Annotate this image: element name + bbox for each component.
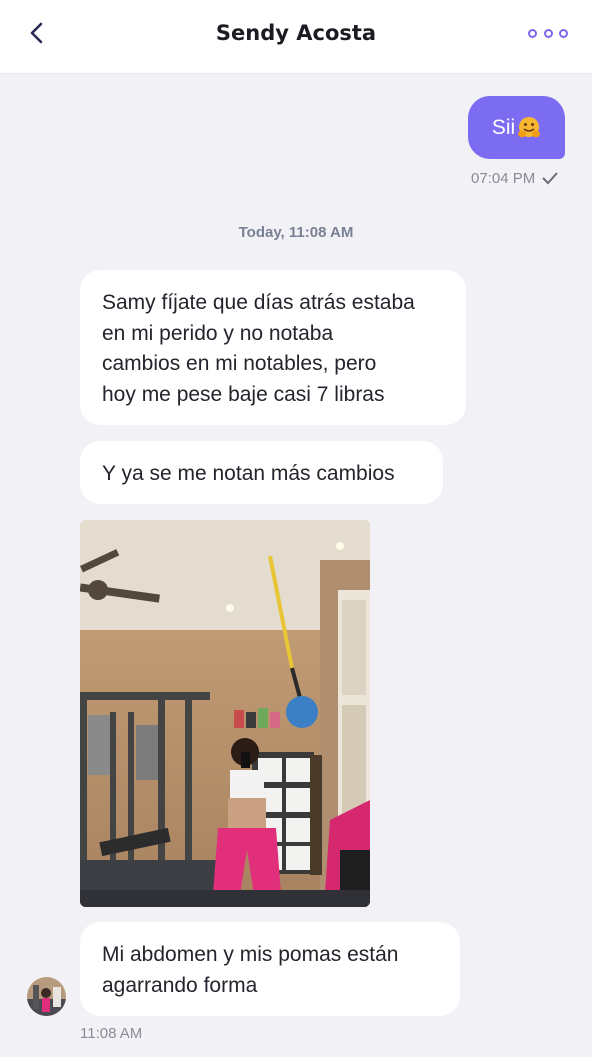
incoming-message[interactable]: Samy fíjate que días atrás estaba en mi … [80, 270, 466, 425]
gym-mirror-selfie-image [80, 520, 370, 907]
avatar[interactable] [27, 977, 66, 1016]
contact-name: Sendy Acosta [215, 21, 377, 45]
date-separator: Today, 11:08 AM [238, 224, 354, 241]
outgoing-timestamp: 07:04 PM [471, 169, 559, 187]
message-line: Samy fíjate que días atrás estaba [102, 291, 415, 314]
outgoing-message[interactable]: Sii [468, 96, 565, 159]
incoming-timestamp: 11:08 AM [80, 1025, 143, 1042]
message-line: Mi abdomen y mis pomas están [102, 943, 399, 966]
photo-message[interactable] [80, 520, 370, 907]
chat-header: Sendy Acosta [0, 0, 592, 74]
outgoing-message-text: Sii [491, 115, 516, 139]
message-line: cambios en mi notables, pero [102, 352, 377, 375]
more-horizontal-icon [528, 28, 537, 38]
contact-avatar-image [27, 977, 66, 1016]
message-line: Y ya se me notan más cambios [102, 462, 395, 485]
hugging-face-emoji [518, 116, 541, 137]
message-line: hoy me pese baje casi 7 libras [102, 382, 385, 406]
message-line: agarrando forma [102, 973, 258, 997]
more-options-button[interactable] [528, 26, 568, 40]
incoming-message[interactable]: Mi abdomen y mis pomas están agarrando f… [80, 922, 460, 1016]
message-line: en mi perido y no notaba [102, 321, 334, 345]
more-dot [559, 28, 568, 38]
more-dot [543, 28, 553, 38]
check-icon [542, 172, 558, 185]
outgoing-time-text: 07:04 PM [471, 169, 536, 187]
incoming-message[interactable]: Y ya se me notan más cambios [80, 441, 443, 504]
